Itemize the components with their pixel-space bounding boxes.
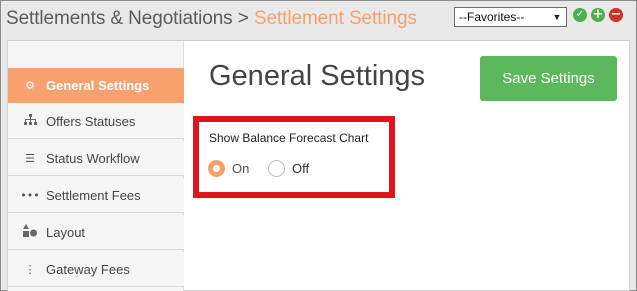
vertical-ellipsis-icon: ⋮ <box>24 262 36 276</box>
page-title: General Settings <box>209 60 426 92</box>
setting-label: Show Balance Forecast Chart <box>209 131 369 145</box>
sidebar: ⚙ General Settings Offers Statuses ☰ Sta… <box>8 41 184 291</box>
breadcrumb-separator: > <box>232 8 254 29</box>
radio-off-label: Off <box>292 161 310 176</box>
sidebar-item-label: Layout <box>46 224 86 240</box>
favorites-selected-value: --Favorites-- <box>459 10 525 24</box>
chevron-down-icon: ▼ <box>552 12 562 22</box>
sidebar-item-label: Status Workflow <box>46 150 140 166</box>
sidebar-item-offers-statuses[interactable]: Offers Statuses <box>8 104 184 139</box>
gears-icon: ⚙ <box>25 79 35 92</box>
breadcrumb: Settlements & Negotiations > Settlement … <box>6 8 417 30</box>
sidebar-item-layout[interactable]: Layout <box>8 215 184 250</box>
radio-selected-icon <box>208 160 225 177</box>
sidebar-item-general-settings[interactable]: ⚙ General Settings <box>8 68 184 103</box>
sidebar-item-label: General Settings <box>46 78 150 93</box>
list-icon: ☰ <box>25 151 35 165</box>
plus-icon[interactable]: + <box>591 8 605 22</box>
sidebar-item-label: Gateway Fees <box>46 261 130 277</box>
sidebar-item-label: Settlement Fees <box>46 187 141 203</box>
ellipsis-icon: ••• <box>20 188 40 202</box>
radio-off[interactable]: Off <box>268 160 309 177</box>
breadcrumb-parent[interactable]: Settlements & Negotiations <box>6 8 233 29</box>
sidebar-item-gateway-fees[interactable]: ⋮ Gateway Fees <box>8 252 184 287</box>
check-icon[interactable]: ✓ <box>573 8 587 22</box>
save-settings-button[interactable]: Save Settings <box>480 56 617 101</box>
favorites-select[interactable]: --Favorites-- ▼ <box>454 7 567 27</box>
radio-on[interactable]: On <box>208 160 249 177</box>
shapes-icon <box>20 224 40 240</box>
minus-icon[interactable]: − <box>609 8 623 22</box>
breadcrumb-current: Settlement Settings <box>253 8 417 29</box>
sidebar-item-settlement-fees[interactable]: ••• Settlement Fees <box>8 178 184 213</box>
radio-on-label: On <box>232 161 250 176</box>
sitemap-icon <box>20 113 40 129</box>
sidebar-item-label: Offers Statuses <box>46 113 136 129</box>
sidebar-item-status-workflow[interactable]: ☰ Status Workflow <box>8 141 184 176</box>
radio-unselected-icon <box>268 160 285 177</box>
balance-forecast-setting: Show Balance Forecast Chart On Off <box>193 116 395 198</box>
